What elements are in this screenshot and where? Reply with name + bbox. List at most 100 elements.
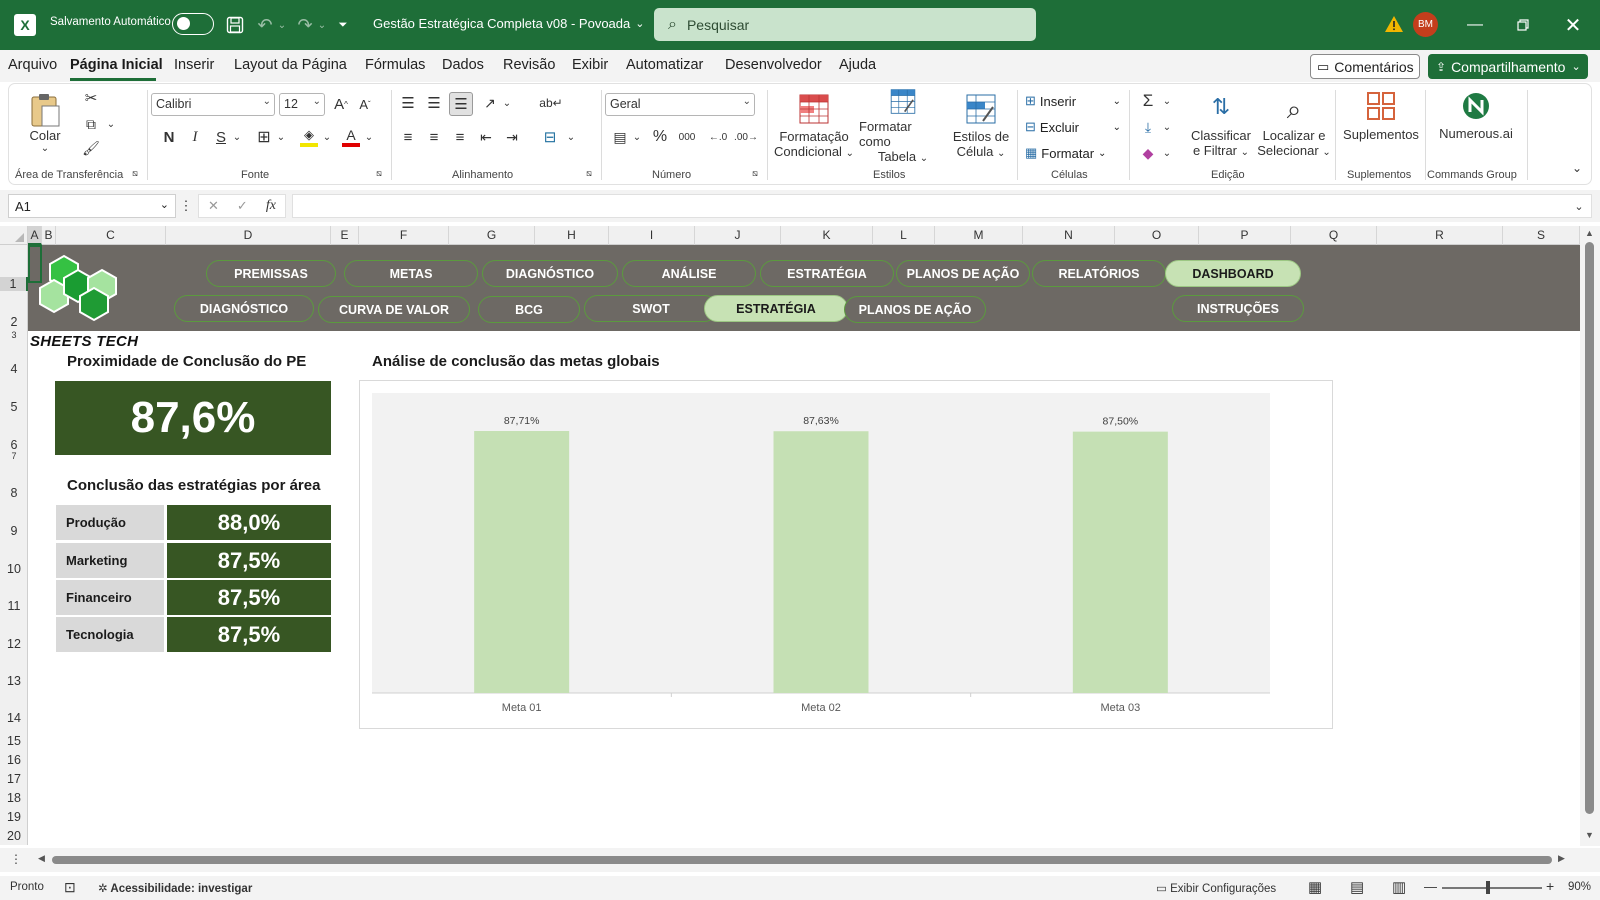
more-tabs-icon[interactable]: ⋮ (10, 852, 22, 866)
subnav-instrucoes[interactable]: INSTRUÇÕES (1172, 295, 1304, 322)
customize-qat-icon[interactable]: ⏷ (336, 16, 350, 34)
tab-ajuda[interactable]: Ajuda (839, 57, 876, 73)
copy-dropdown-icon[interactable]: ⌄ (105, 114, 117, 134)
orientation-dropdown-icon[interactable]: ⌄ (501, 92, 513, 114)
column-header[interactable]: L (873, 226, 935, 245)
tab-pagina-inicial[interactable]: Página Inicial (70, 57, 163, 73)
clear-dropdown-icon[interactable]: ⌄ (1161, 142, 1173, 164)
sort-filter-button[interactable]: ⇅ Classificar e Filtrar ⌄ (1189, 88, 1253, 164)
scroll-right-icon[interactable]: ▶ (1558, 853, 1565, 864)
save-icon[interactable] (224, 14, 246, 36)
insert-function-icon[interactable]: fx (266, 198, 276, 214)
align-left-icon[interactable]: ≡ (397, 126, 419, 148)
numerous-ai-button[interactable]: Numerous.ai (1433, 88, 1519, 144)
tab-automatizar[interactable]: Automatizar (626, 57, 703, 73)
zoom-level[interactable]: 90% (1568, 881, 1591, 893)
cell-styles-button[interactable]: Estilos de Célula ⌄ (949, 88, 1013, 164)
row-header[interactable]: 16 (0, 753, 28, 767)
row-header[interactable]: 4 (0, 362, 28, 376)
row-header[interactable]: 15 (0, 734, 28, 748)
italic-button[interactable]: I (185, 126, 205, 148)
accounting-dropdown-icon[interactable]: ⌄ (631, 126, 643, 148)
user-avatar[interactable]: BM (1413, 12, 1438, 37)
row-header[interactable]: 1 (0, 277, 28, 291)
confirm-icon[interactable]: ✓ (237, 198, 248, 214)
select-all-corner[interactable] (0, 226, 28, 245)
macro-recording-icon[interactable]: ⊡ (64, 879, 76, 896)
merge-center-icon[interactable]: ⊟ (539, 126, 561, 148)
horizontal-scroll-thumb[interactable] (52, 856, 1552, 864)
fill-color-icon[interactable]: ◈ (299, 124, 319, 150)
nav-metas[interactable]: METAS (344, 260, 478, 287)
column-header[interactable]: R (1377, 226, 1503, 245)
tab-dados[interactable]: Dados (442, 57, 484, 73)
share-button[interactable]: ⇪ Compartilhamento ⌄ (1428, 54, 1588, 79)
merge-dropdown-icon[interactable]: ⌄ (565, 126, 577, 148)
bold-button[interactable]: N (159, 126, 179, 148)
wrap-text-icon[interactable]: ab↵ (539, 92, 563, 114)
row-header[interactable]: 14 (0, 711, 28, 725)
number-launcher-icon[interactable]: ⧅ (749, 167, 761, 179)
zoom-out-icon[interactable]: — (1424, 879, 1437, 894)
tab-formulas[interactable]: Fórmulas (365, 57, 425, 73)
row-header[interactable]: 12 (0, 637, 28, 651)
column-header[interactable]: N (1023, 226, 1115, 245)
autosum-icon[interactable]: Σ (1137, 90, 1159, 112)
increase-indent-icon[interactable]: ⇥ (501, 126, 523, 148)
row-header[interactable]: 5 (0, 400, 28, 414)
expand-formula-bar-icon[interactable]: ⌄ (1572, 198, 1586, 214)
scroll-up-icon[interactable]: ▲ (1585, 228, 1594, 238)
column-header[interactable]: J (695, 226, 781, 245)
undo-dropdown-icon[interactable]: ⌄ (276, 16, 288, 34)
column-header[interactable]: I (609, 226, 695, 245)
tab-revisao[interactable]: Revisão (503, 57, 555, 73)
row-header[interactable]: 9 (0, 524, 28, 538)
column-header[interactable]: F (359, 226, 449, 245)
nav-premissas[interactable]: PREMISSAS (206, 260, 336, 287)
row-header[interactable]: 7 (0, 451, 28, 461)
format-cells-button[interactable]: ▦ Formatar ⌄ (1025, 142, 1121, 164)
tab-inserir[interactable]: Inserir (174, 57, 214, 73)
collapse-ribbon-icon[interactable]: ⌄ (1569, 160, 1585, 176)
subnav-estrategia[interactable]: ESTRATÉGIA (704, 295, 848, 322)
cancel-icon[interactable]: ✕ (208, 198, 219, 214)
redo-icon[interactable]: ↷ (294, 14, 316, 36)
find-select-button[interactable]: ⌕ Localizar e Selecionar ⌄ (1257, 88, 1331, 164)
row-header[interactable]: 20 (0, 829, 28, 843)
nav-diagnostico[interactable]: DIAGNÓSTICO (482, 260, 618, 287)
close-icon[interactable]: ✕ (1560, 12, 1586, 38)
underline-button[interactable]: S (211, 126, 231, 148)
align-middle-icon[interactable]: ☰ (423, 92, 445, 114)
grow-font-icon[interactable]: A ^ (331, 93, 351, 115)
subnav-diagnostico[interactable]: DIAGNÓSTICO (174, 295, 314, 322)
nav-planos-de-acao[interactable]: PLANOS DE AÇÃO (896, 260, 1030, 287)
subnav-curva-de-valor[interactable]: CURVA DE VALOR (318, 296, 470, 323)
autosum-dropdown-icon[interactable]: ⌄ (1161, 90, 1173, 112)
zoom-in-icon[interactable]: + (1546, 878, 1554, 894)
search-box[interactable]: ⌕ Pesquisar (654, 8, 1036, 41)
minimize-icon[interactable]: — (1462, 12, 1488, 38)
column-header[interactable]: P (1199, 226, 1291, 245)
formula-input[interactable] (292, 194, 1592, 218)
decrease-indent-icon[interactable]: ⇤ (475, 126, 497, 148)
column-header[interactable]: E (331, 226, 359, 245)
restore-icon[interactable] (1510, 12, 1536, 38)
row-header[interactable]: 13 (0, 674, 28, 688)
row-header[interactable]: 8 (0, 486, 28, 500)
accessibility-status[interactable]: ✲ Acessibilidade: investigar (98, 881, 252, 895)
subnav-bcg[interactable]: BCG (478, 296, 580, 323)
delete-cells-button[interactable]: ⊟ Excluir ⌄ (1025, 116, 1121, 138)
zoom-slider[interactable] (1442, 887, 1542, 889)
column-header[interactable]: C (56, 226, 166, 245)
redo-dropdown-icon[interactable]: ⌄ (316, 16, 328, 34)
row-header[interactable]: 6 (0, 438, 28, 452)
percent-style-button[interactable]: % (649, 126, 671, 148)
thousands-separator-button[interactable]: 000 (675, 126, 699, 148)
format-painter-icon[interactable]: 🖌 (81, 138, 101, 158)
row-header[interactable]: 10 (0, 562, 28, 576)
copy-icon[interactable]: ⧉ (81, 114, 101, 134)
align-top-icon[interactable]: ☰ (397, 92, 419, 114)
orientation-icon[interactable]: ↗ (479, 92, 501, 114)
autosave-toggle[interactable] (172, 13, 214, 35)
format-as-table-button[interactable]: Formatar como Tabela ⌄ (859, 88, 947, 164)
